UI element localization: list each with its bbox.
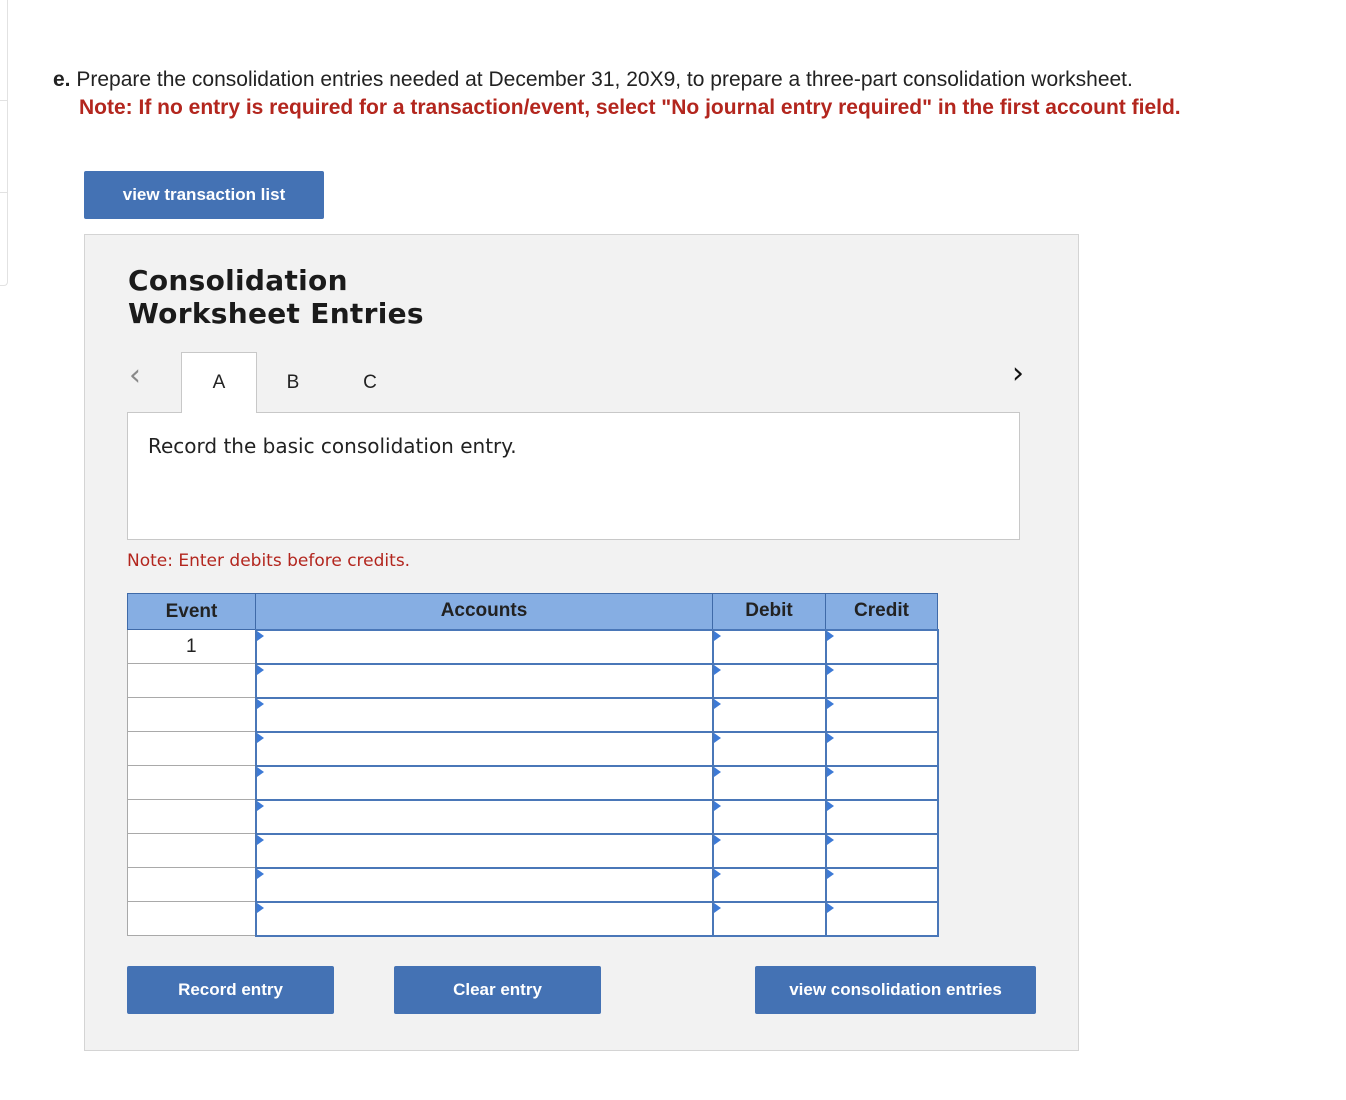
credit-input[interactable]: [824, 628, 939, 665]
account-select[interactable]: [254, 866, 714, 903]
event-cell: [127, 697, 256, 732]
entry-prompt-text: Record the basic consolidation entry.: [148, 434, 517, 458]
debit-input[interactable]: [711, 798, 827, 835]
table-row: [127, 696, 939, 733]
table-row: [127, 764, 939, 801]
event-cell: 1: [127, 629, 256, 664]
table-row: [127, 730, 939, 767]
debit-input[interactable]: [711, 900, 827, 937]
table-row: [127, 832, 939, 869]
event-cell: [127, 901, 256, 936]
debit-input[interactable]: [711, 696, 827, 733]
panel-title-line1: Consolidation: [128, 264, 348, 297]
record-entry-button[interactable]: Record entry: [127, 966, 334, 1014]
tab-c[interactable]: C: [350, 353, 390, 413]
account-select[interactable]: [254, 832, 714, 869]
tab-b[interactable]: B: [273, 353, 313, 413]
credit-input[interactable]: [824, 764, 939, 801]
event-cell: [127, 663, 256, 698]
credit-input[interactable]: [824, 696, 939, 733]
debit-input[interactable]: [711, 764, 827, 801]
tab-a[interactable]: A: [181, 352, 257, 413]
account-select[interactable]: [254, 764, 714, 801]
debit-input[interactable]: [711, 730, 827, 767]
credit-input[interactable]: [824, 662, 939, 699]
left-edge-divider: [0, 100, 7, 101]
panel-title: Consolidation Worksheet Entries: [128, 264, 424, 330]
account-select[interactable]: [254, 628, 714, 665]
left-edge-frame: [0, 0, 8, 286]
event-cell: [127, 799, 256, 834]
left-edge-divider: [0, 192, 7, 193]
entry-prompt-box: Record the basic consolidation entry.: [127, 412, 1020, 540]
column-header-debit: Debit: [712, 593, 826, 630]
debits-before-credits-note: Note: Enter debits before credits.: [127, 551, 411, 571]
credit-input[interactable]: [824, 866, 939, 903]
column-header-credit: Credit: [825, 593, 938, 630]
question-note: Note: If no entry is required for a tran…: [79, 96, 1181, 119]
view-transaction-list-button[interactable]: view transaction list: [84, 171, 324, 219]
view-consolidation-entries-button[interactable]: view consolidation entries: [755, 966, 1036, 1014]
column-header-accounts: Accounts: [255, 593, 713, 630]
credit-input[interactable]: [824, 900, 939, 937]
credit-input[interactable]: [824, 832, 939, 869]
event-cell: [127, 765, 256, 800]
journal-entry-table: Event Accounts Debit Credit 1: [127, 593, 939, 937]
credit-input[interactable]: [824, 798, 939, 835]
table-row: [127, 866, 939, 903]
account-select[interactable]: [254, 730, 714, 767]
consolidation-worksheet-panel: Consolidation Worksheet Entries ‹ A B C …: [84, 234, 1079, 1051]
debit-input[interactable]: [711, 866, 827, 903]
panel-title-line2: Worksheet Entries: [128, 297, 424, 330]
event-cell: [127, 867, 256, 902]
column-header-event: Event: [127, 593, 256, 630]
question-letter: e.: [53, 68, 71, 91]
clear-entry-button[interactable]: Clear entry: [394, 966, 601, 1014]
chevron-right-icon[interactable]: ›: [1012, 359, 1024, 389]
table-row: [127, 662, 939, 699]
table-header-row: Event Accounts Debit Credit: [127, 593, 938, 630]
question-text: e. Prepare the consolidation entries nee…: [53, 66, 1133, 94]
debit-input[interactable]: [711, 832, 827, 869]
table-row: [127, 900, 939, 937]
event-cell: [127, 731, 256, 766]
debit-input[interactable]: [711, 628, 827, 665]
account-select[interactable]: [254, 662, 714, 699]
table-row: [127, 798, 939, 835]
account-select[interactable]: [254, 696, 714, 733]
chevron-left-icon[interactable]: ‹: [129, 361, 141, 391]
account-select[interactable]: [254, 798, 714, 835]
account-select[interactable]: [254, 900, 714, 937]
debit-input[interactable]: [711, 662, 827, 699]
event-cell: [127, 833, 256, 868]
question-body: Prepare the consolidation entries needed…: [76, 68, 1133, 91]
credit-input[interactable]: [824, 730, 939, 767]
table-row: 1: [127, 628, 939, 665]
